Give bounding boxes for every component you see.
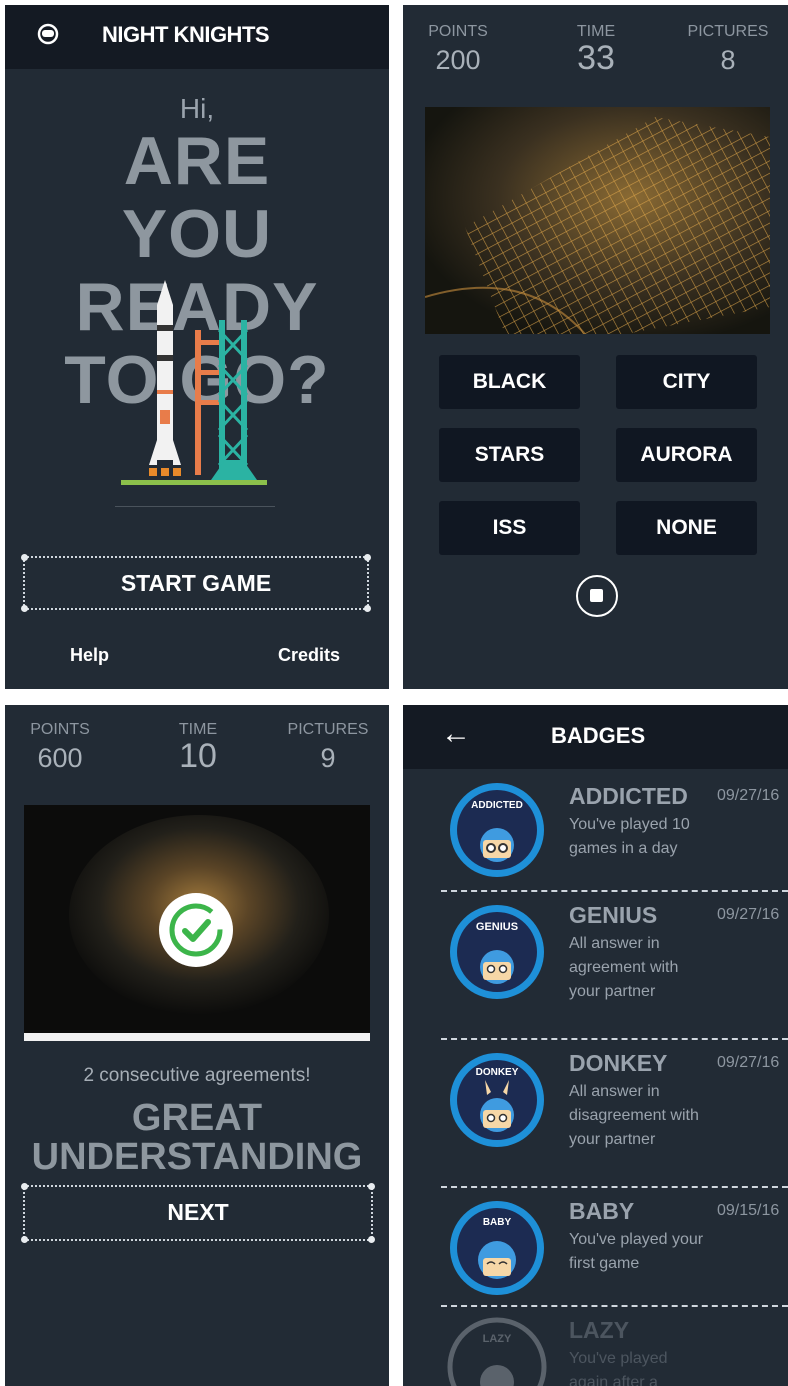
headline-line: YOU [121,196,273,272]
badge-row[interactable]: GENIUS GENIUS 09/27/16 All answer in agr… [441,894,788,1040]
time-stat: TIME 10 [143,721,253,776]
badge-name: GENIUS [569,902,658,928]
time-value: 33 [577,39,615,77]
home-topbar: NIGHT KNIGHTS [5,5,389,69]
corner-handle [368,1236,375,1243]
points-label: POINTS [428,23,488,40]
next-label: NEXT [167,1199,229,1225]
badge-date: 09/27/16 [717,1054,780,1071]
choice-button[interactable]: BLACK [439,355,580,409]
corner-handle [21,1236,28,1243]
badge-ring-text: LAZY [483,1333,512,1345]
donkey-badge-icon: DONKEY [450,1053,544,1147]
start-game-button[interactable]: START GAME [21,554,371,612]
result-headline: GREAT [131,1097,263,1139]
time-stat: TIME 33 [541,23,651,78]
badge-description: You've played 10 games in a day [569,816,690,857]
badge-date: 09/27/16 [717,906,780,923]
badge-row[interactable]: LAZY LAZY You've played again after a [441,1309,788,1386]
choice-button[interactable]: STARS [439,428,580,482]
badge-ring-text: ADDICTED [471,800,523,811]
addicted-badge-icon: ADDICTED [450,783,544,877]
corner-handle [21,605,28,612]
points-value: 200 [435,45,481,75]
pictures-stat: PICTURES 9 [273,721,383,774]
choice-button[interactable]: NONE [616,501,757,555]
badge-row[interactable]: BABY BABY 09/15/16 You've played your fi… [441,1190,788,1307]
corner-handle [368,1183,375,1190]
home-screen: NIGHT KNIGHTS Hi, ARE YOU READY TO GO? S… [5,5,389,689]
badge-date: 09/27/16 [717,787,780,804]
help-link[interactable]: Help [70,645,109,666]
credits-link[interactable]: Credits [278,645,340,666]
start-game-label: START GAME [120,570,272,596]
badge-description: You've played again after a [569,1350,668,1386]
badge-name: DONKEY [569,1050,668,1076]
badge-ring-text: GENIUS [476,921,518,933]
choice-button[interactable]: CITY [616,355,757,409]
corner-handle [364,554,371,561]
points-stat: POINTS 600 [5,721,115,774]
result-screen: POINTS 600 TIME 10 PICTURES 9 2 consecut… [5,705,389,1386]
corner-handle [364,605,371,612]
badges-topbar: ← BADGES [403,705,788,769]
badges-title: BADGES [551,723,646,748]
time-value: 10 [179,737,217,775]
check-icon [159,893,233,967]
greeting: Hi, [179,93,215,124]
badge-ring-text: DONKEY [476,1067,519,1078]
rocket-illustration [115,280,275,507]
choice-button[interactable]: ISS [439,501,580,555]
badge-description: You've played your first game [569,1231,704,1272]
badge-name: BABY [569,1198,635,1224]
night-city-photo [425,107,770,334]
pictures-value: 9 [320,743,336,773]
corner-handle [21,1183,28,1190]
result-headline: UNDERSTANDING [31,1136,363,1178]
pictures-value: 8 [720,45,736,75]
lazy-badge-icon: LAZY [447,1317,547,1386]
badges-screen: ← BADGES ADDICTED ADDICTED 09/27/16 You'… [403,705,788,1386]
back-arrow-icon[interactable]: ← [441,717,471,751]
astronaut-helmet-icon[interactable] [37,23,59,45]
pictures-label: PICTURES [687,23,769,40]
badge-description: All answer in agreement with your partne… [569,935,679,1000]
badge-name: LAZY [569,1317,630,1343]
points-value: 600 [37,743,83,773]
badge-name: ADDICTED [569,783,688,809]
choice-button[interactable]: AURORA [616,428,757,482]
badge-description: All answer in disagreement with your par… [569,1083,699,1148]
headline-line: ARE [123,123,271,199]
question-screen: POINTS 200 TIME 33 PICTURES 8 BLACK CITY… [403,5,788,689]
consecutive-message: 2 consecutive agreements! [83,1065,311,1086]
pictures-label: PICTURES [287,721,369,738]
points-stat: POINTS 200 [403,23,513,76]
badge-row[interactable]: ADDICTED ADDICTED 09/27/16 You've played… [441,775,788,892]
baby-badge-icon: BABY [450,1201,544,1295]
stop-icon[interactable] [576,575,618,617]
points-label: POINTS [30,721,90,738]
badge-ring-text: BABY [483,1217,512,1228]
pictures-stat: PICTURES 8 [673,23,783,76]
badge-date: 09/15/16 [717,1202,780,1219]
corner-handle [21,554,28,561]
app-title: NIGHT KNIGHTS [102,22,270,47]
next-button[interactable]: NEXT [21,1183,375,1243]
badge-row[interactable]: DONKEY DONKEY 09/27/16 All answer in dis… [441,1042,788,1188]
genius-badge-icon: GENIUS [450,905,544,999]
